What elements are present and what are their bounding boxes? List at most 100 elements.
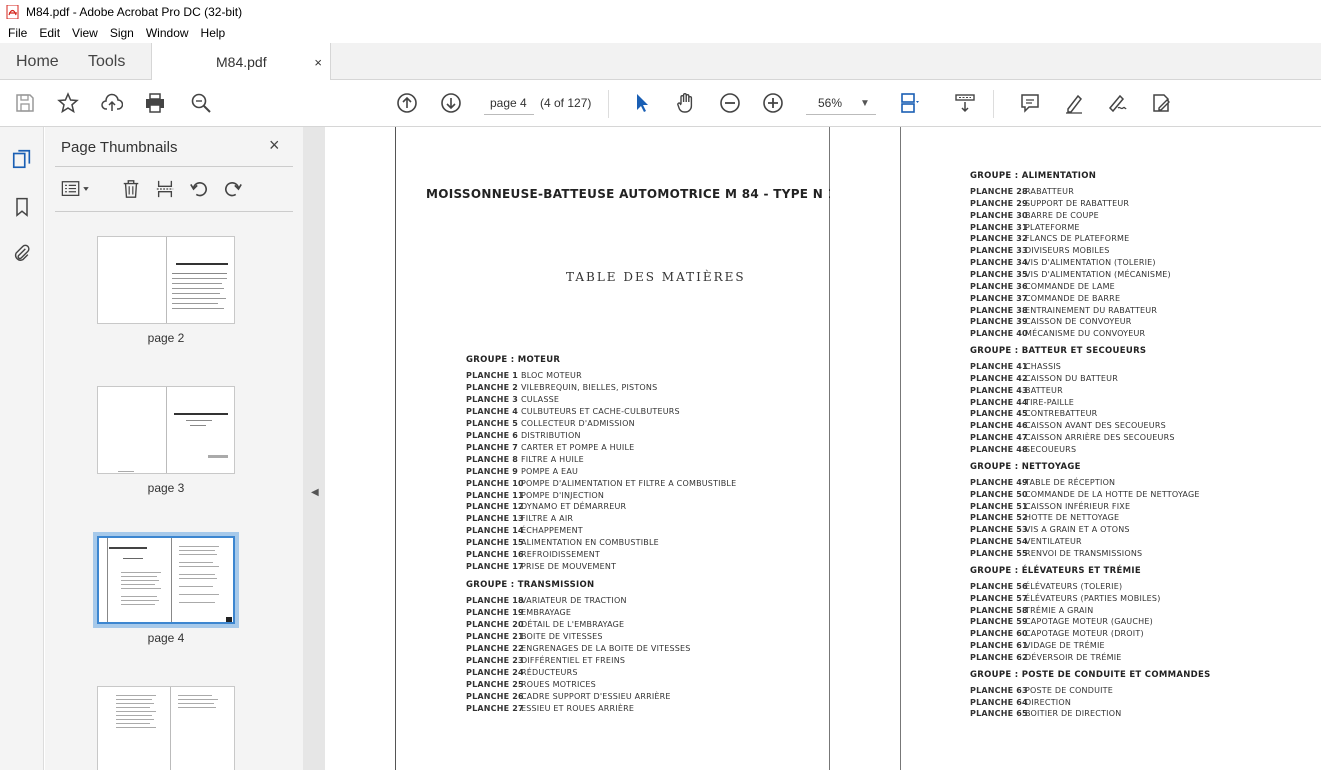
thumbnail-page-4[interactable]: [93, 532, 239, 628]
toc-plate-number: PLANCHE 53: [970, 525, 1028, 535]
menu-sign[interactable]: Sign: [104, 26, 140, 40]
navigation-rail: [0, 127, 44, 770]
page-layout-icon[interactable]: [896, 90, 922, 116]
previous-page-icon[interactable]: [394, 90, 420, 116]
menu-edit[interactable]: Edit: [33, 26, 66, 40]
select-cursor-icon[interactable]: [629, 90, 655, 116]
toc-plate-number: PLANCHE 43: [970, 385, 1028, 395]
toc-row: PLANCHE 46CAISSON AVANT DES SECOUEURS: [970, 421, 1166, 430]
rotate-right-icon[interactable]: [221, 177, 245, 201]
highlight-pen-icon[interactable]: [1061, 90, 1087, 116]
hand-tool-icon[interactable]: [673, 90, 699, 116]
thumbnail-toolbar: [55, 175, 285, 203]
toc-row: PLANCHE 64DIRECTION: [970, 698, 1071, 707]
find-zoom-icon[interactable]: [188, 90, 214, 116]
toc-plate-description: VILEBREQUIN, BIELLES, PISTONS: [521, 382, 658, 392]
toc-row: PLANCHE 62DÉVERSOIR DE TRÉMIE: [970, 653, 1122, 662]
toc-plate-number: PLANCHE 42: [970, 373, 1028, 383]
toc-plate-number: PLANCHE 60: [970, 629, 1028, 639]
acrobat-icon: [6, 4, 19, 19]
options-menu-icon[interactable]: [59, 177, 93, 201]
toc-plate-number: PLANCHE 7: [466, 442, 519, 452]
page-count: (4 of 127): [540, 96, 592, 110]
close-tab-icon[interactable]: ×: [314, 55, 322, 70]
attachments-icon[interactable]: [10, 241, 34, 265]
toc-plate-description: CAPOTAGE MOTEUR (DROIT): [1025, 629, 1144, 639]
tab-document[interactable]: M84.pdf ×: [151, 43, 331, 81]
bookmark-star-icon[interactable]: [55, 90, 81, 116]
delete-page-icon[interactable]: [119, 177, 143, 201]
toc-row: PLANCHE 13FILTRE A AIR: [466, 514, 573, 523]
toc-plate-number: PLANCHE 54: [970, 537, 1028, 547]
toc-row: PLANCHE 43BATTEUR: [970, 386, 1063, 395]
toc-plate-number: PLANCHE 31: [970, 222, 1028, 232]
page-thumbnails-icon[interactable]: [10, 147, 34, 171]
toc-row: PLANCHE 6 DISTRIBUTION: [466, 431, 581, 440]
comment-icon[interactable]: [1017, 90, 1043, 116]
toc-plate-description: CARTER ET POMPE A HUILE: [521, 442, 635, 452]
document-title: MOISSONNEUSE-BATTEUSE AUTOMOTRICE M 84 -…: [426, 187, 845, 201]
thumbnail-page-3[interactable]: [97, 386, 235, 474]
close-panel-icon[interactable]: ×: [269, 135, 280, 156]
scroll-mode-icon[interactable]: [952, 90, 978, 116]
sign-pen-icon[interactable]: [1104, 90, 1130, 116]
toc-row: PLANCHE 19EMBRAYAGE: [466, 608, 571, 617]
toc-plate-number: PLANCHE 34: [970, 258, 1028, 268]
toc-row: PLANCHE 11POMPE D'INJECTION: [466, 491, 604, 500]
thumbnail-label: page 4: [147, 631, 185, 645]
zoom-out-icon[interactable]: [717, 90, 743, 116]
toc-row: PLANCHE 54VENTILATEUR: [970, 537, 1082, 546]
toc-plate-description: ALIMENTATION EN COMBUSTIBLE: [521, 538, 659, 548]
panel-collapse-handle[interactable]: ◀: [303, 127, 325, 770]
toc-plate-number: PLANCHE 46: [970, 421, 1028, 431]
toc-row: PLANCHE 29SUPPORT DE RABATTEUR: [970, 199, 1129, 208]
toc-plate-number: PLANCHE 21: [466, 632, 524, 641]
toc-plate-number: PLANCHE 16: [466, 550, 524, 560]
save-icon[interactable]: [12, 90, 38, 116]
rotate-left-icon[interactable]: [187, 177, 211, 201]
toc-row: PLANCHE 9 POMPE A EAU: [466, 467, 578, 476]
toc-group-heading: GROUPE : BATTEUR ET SECOUEURS: [970, 346, 1147, 357]
toc-group-heading: GROUPE : ÉLÉVATEURS ET TRÉMIE: [970, 565, 1141, 576]
document-view[interactable]: MOISSONNEUSE-BATTEUSE AUTOMOTRICE M 84 -…: [325, 127, 1321, 770]
tab-tools[interactable]: Tools: [88, 43, 125, 80]
toc-plate-description: CAISSON AVANT DES SECOUEURS: [1025, 421, 1166, 431]
zoom-dropdown-icon[interactable]: ▼: [860, 98, 870, 109]
thumbnail-page-2[interactable]: [97, 236, 235, 324]
toc-plate-description: CAPOTAGE MOTEUR (GAUCHE): [1025, 617, 1153, 627]
toc-plate-number: PLANCHE 36: [970, 281, 1028, 291]
toc-row: PLANCHE 55RENVOI DE TRANSMISSIONS: [970, 549, 1142, 558]
collapse-arrow-icon[interactable]: ◀: [311, 487, 319, 498]
toc-plate-number: PLANCHE 44: [970, 397, 1028, 407]
extract-page-icon[interactable]: [153, 177, 177, 201]
menu-bar: File Edit View Sign Window Help: [0, 23, 1321, 43]
menu-file[interactable]: File: [0, 26, 33, 40]
print-icon[interactable]: [142, 90, 168, 116]
toc-plate-description: ENTRAINEMENT DU RABATTEUR: [1025, 305, 1158, 315]
page-number-input[interactable]: page 4: [484, 91, 534, 115]
panel-divider: [55, 166, 293, 167]
zoom-in-icon[interactable]: [760, 90, 786, 116]
menu-view[interactable]: View: [66, 26, 104, 40]
menu-help[interactable]: Help: [195, 26, 232, 40]
toc-row: PLANCHE 51CAISSON INFÉRIEUR FIXE: [970, 502, 1130, 511]
toc-row: PLANCHE 1 BLOC MOTEUR: [466, 371, 582, 380]
toc-plate-description: RÉDUCTEURS: [521, 667, 578, 677]
toc-plate-number: PLANCHE 57: [970, 593, 1028, 603]
next-page-icon[interactable]: [438, 90, 464, 116]
toc-plate-number: PLANCHE 12: [466, 502, 524, 512]
bookmarks-icon[interactable]: [10, 195, 34, 219]
toolbar: [0, 80, 1321, 127]
toc-group-heading: GROUPE : ALIMENTATION: [970, 171, 1097, 181]
fill-sign-icon[interactable]: [1148, 90, 1174, 116]
thumbnail-page-5[interactable]: [97, 686, 235, 770]
toc-row: PLANCHE 28RABATTEUR: [970, 187, 1074, 196]
toc-row: PLANCHE 48SECOUEURS: [970, 445, 1076, 454]
toc-group-heading: GROUPE : POSTE DE CONDUITE ET COMMANDES: [970, 669, 1211, 680]
toc-plate-description: VIS A GRAIN ET A OTONS: [1025, 525, 1130, 535]
toc-plate-description: TRÉMIE A GRAIN: [1025, 605, 1094, 615]
toolbar-divider: [608, 90, 609, 118]
tab-home[interactable]: Home: [16, 43, 59, 80]
upload-cloud-icon[interactable]: [99, 90, 125, 116]
menu-window[interactable]: Window: [140, 26, 195, 40]
